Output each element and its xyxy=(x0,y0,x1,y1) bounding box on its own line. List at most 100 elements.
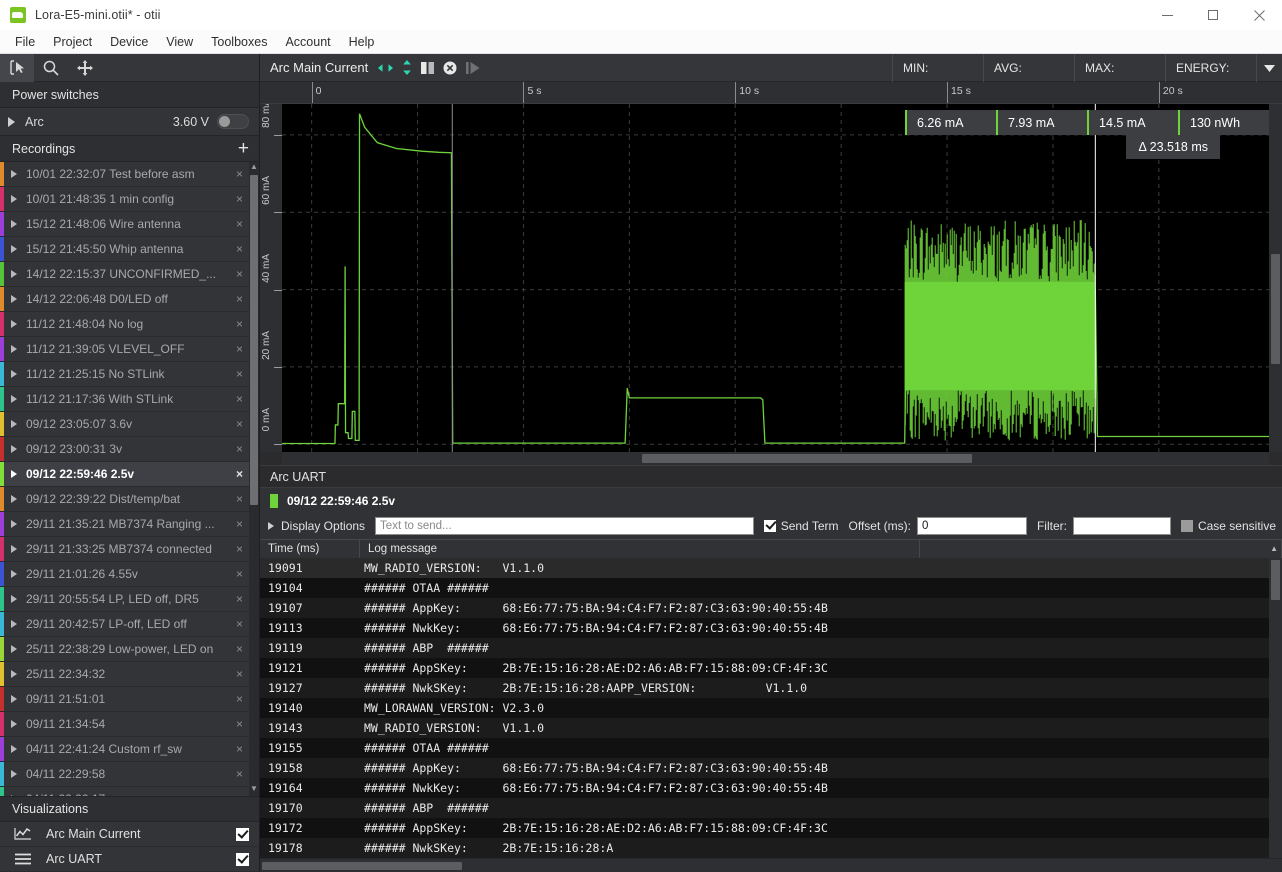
expand-triangle-icon[interactable] xyxy=(11,745,17,753)
log-row[interactable]: 19164 ###### NwkKey: 68:E6:77:75:BA:94:C4… xyxy=(260,778,1282,798)
recording-list-item[interactable]: 09/12 22:39:22 Dist/temp/bat × xyxy=(0,487,249,512)
chart-area[interactable]: 0 mA 20 mA 40 mA 60 mA 80 mA 05 s 10 s 15 s 20 … xyxy=(260,82,1282,465)
recording-list-item[interactable]: 29/11 20:42:57 LP-off, LED off × xyxy=(0,612,249,637)
expand-triangle-icon[interactable] xyxy=(11,595,17,603)
menu-account[interactable]: Account xyxy=(276,32,339,52)
send-term-group[interactable]: Send Term xyxy=(763,519,839,533)
recording-list-item[interactable]: 09/12 23:05:07 3.6v × xyxy=(0,412,249,437)
column-header-log-message[interactable]: Log message xyxy=(360,540,920,558)
expand-triangle-icon[interactable] xyxy=(11,495,17,503)
recording-list-item[interactable]: 25/11 22:34:32 × xyxy=(0,662,249,687)
log-row[interactable]: 19119 ###### ABP ###### xyxy=(260,638,1282,658)
select-cursor-icon[interactable] xyxy=(0,53,34,82)
close-icon[interactable]: × xyxy=(236,592,243,606)
log-row[interactable]: 19113 ###### NwkKey: 68:E6:77:75:BA:94:C4… xyxy=(260,618,1282,638)
scrollbar-thumb[interactable] xyxy=(262,862,462,870)
expand-triangle-icon[interactable] xyxy=(11,345,17,353)
menu-view[interactable]: View xyxy=(157,32,202,52)
send-text-input[interactable]: Text to send... xyxy=(375,517,754,535)
close-icon[interactable]: × xyxy=(236,617,243,631)
log-row[interactable]: 19172 ###### AppSKey: 2B:7E:15:16:28:AE:D… xyxy=(260,818,1282,838)
recording-list-item[interactable]: 14/12 22:15:37 UNCONFIRMED_... × xyxy=(0,262,249,287)
visualization-item-main-current[interactable]: Arc Main Current xyxy=(0,822,259,847)
close-icon[interactable]: × xyxy=(236,667,243,681)
close-icon[interactable]: × xyxy=(236,567,243,581)
recording-list-item[interactable]: 29/11 21:35:21 MB7374 Ranging ... × xyxy=(0,512,249,537)
close-icon[interactable]: × xyxy=(236,192,243,206)
close-icon[interactable]: × xyxy=(236,417,243,431)
expand-triangle-icon[interactable] xyxy=(11,520,17,528)
chevron-down-icon[interactable] xyxy=(1256,54,1282,82)
maximize-icon[interactable] xyxy=(1190,0,1236,30)
horizontal-fit-icon[interactable] xyxy=(378,63,394,73)
recording-list-item[interactable]: 09/11 21:51:01 × xyxy=(0,687,249,712)
close-icon[interactable]: × xyxy=(236,517,243,531)
recording-list-item[interactable]: 29/11 21:33:25 MB7374 connected × xyxy=(0,537,249,562)
menu-file[interactable]: File xyxy=(6,32,44,52)
log-row[interactable]: 19178 ###### NwkSKey: 2B:7E:15:16:28:A xyxy=(260,838,1282,858)
recording-list-item[interactable]: 29/11 21:01:26 4.55v × xyxy=(0,562,249,587)
scroll-up-icon[interactable]: ▲ xyxy=(250,162,258,174)
expand-triangle-icon[interactable] xyxy=(11,370,17,378)
log-row[interactable]: 19143 MW_RADIO_VERSION: V1.1.0 xyxy=(260,718,1282,738)
close-icon[interactable]: × xyxy=(236,467,243,481)
log-row[interactable]: 19155 ###### OTAA ###### xyxy=(260,738,1282,758)
pause-icon[interactable] xyxy=(421,61,435,74)
menu-help[interactable]: Help xyxy=(340,32,384,52)
expand-triangle-icon[interactable] xyxy=(11,245,17,253)
expand-triangle-icon[interactable] xyxy=(8,116,15,127)
recordings-list[interactable]: 10/01 22:32:07 Test before asm × 10/01 21:… xyxy=(0,162,249,796)
close-icon[interactable]: × xyxy=(236,217,243,231)
expand-triangle-icon[interactable] xyxy=(11,470,17,478)
close-icon[interactable]: × xyxy=(236,167,243,181)
recording-list-item[interactable]: 04/11 22:22:17 × xyxy=(0,787,249,796)
close-icon[interactable]: × xyxy=(236,692,243,706)
case-sensitive-group[interactable]: Case sensitive xyxy=(1180,519,1276,533)
menu-project[interactable]: Project xyxy=(44,32,101,52)
scroll-down-icon[interactable]: ▼ xyxy=(250,784,258,796)
expand-triangle-icon[interactable] xyxy=(11,420,17,428)
expand-triangle-icon[interactable] xyxy=(11,295,17,303)
scrollbar-thumb[interactable] xyxy=(1271,254,1280,364)
expand-triangle-icon[interactable] xyxy=(11,395,17,403)
add-recording-button[interactable]: + xyxy=(238,139,249,158)
filter-input[interactable] xyxy=(1072,517,1171,535)
log-row[interactable]: 19170 ###### ABP ###### xyxy=(260,798,1282,818)
recording-list-item[interactable]: 11/12 21:48:04 No log × xyxy=(0,312,249,337)
display-options-toggle[interactable]: Display Options xyxy=(268,519,365,533)
recordings-scrollbar[interactable]: ▲ ▼ xyxy=(249,162,259,796)
case-sensitive-checkbox[interactable] xyxy=(1180,520,1193,532)
expand-triangle-icon[interactable] xyxy=(11,170,17,178)
recording-list-item[interactable]: 04/11 22:29:58 × xyxy=(0,762,249,787)
recording-list-item[interactable]: 15/12 21:45:50 Whip antenna × xyxy=(0,237,249,262)
log-vertical-scrollbar[interactable] xyxy=(1269,558,1282,858)
vertical-fit-icon[interactable] xyxy=(402,60,412,75)
recording-list-item[interactable]: 11/12 21:17:36 With STLink × xyxy=(0,387,249,412)
expand-triangle-icon[interactable] xyxy=(11,570,17,578)
close-icon[interactable]: × xyxy=(236,767,243,781)
expand-triangle-icon[interactable] xyxy=(11,445,17,453)
close-icon[interactable]: × xyxy=(236,317,243,331)
close-icon[interactable]: × xyxy=(236,442,243,456)
pan-move-icon[interactable] xyxy=(68,54,102,82)
recording-list-item[interactable]: 11/12 21:25:15 No STLink × xyxy=(0,362,249,387)
play-icon[interactable] xyxy=(466,61,480,74)
visualization-checkbox[interactable] xyxy=(236,827,249,841)
chart-vertical-scrollbar[interactable] xyxy=(1269,104,1282,452)
recording-list-item[interactable]: 04/11 22:41:24 Custom rf_sw × xyxy=(0,737,249,762)
expand-triangle-icon[interactable] xyxy=(11,695,17,703)
recording-list-item[interactable]: 11/12 21:39:05 VLEVEL_OFF × xyxy=(0,337,249,362)
expand-triangle-icon[interactable] xyxy=(11,720,17,728)
expand-triangle-icon[interactable] xyxy=(11,620,17,628)
close-icon[interactable] xyxy=(1236,0,1282,30)
visualization-item-uart[interactable]: Arc UART xyxy=(0,847,259,872)
close-icon[interactable]: × xyxy=(236,642,243,656)
menu-device[interactable]: Device xyxy=(101,32,157,52)
expand-triangle-icon[interactable] xyxy=(11,770,17,778)
sort-ascending-icon[interactable]: ▲ xyxy=(1270,544,1278,553)
log-row[interactable]: 19127 ###### NwkSKey: 2B:7E:15:16:28:AAPP… xyxy=(260,678,1282,698)
recording-list-item[interactable]: 09/12 23:00:31 3v × xyxy=(0,437,249,462)
expand-triangle-icon[interactable] xyxy=(11,320,17,328)
menu-toolboxes[interactable]: Toolboxes xyxy=(202,32,276,52)
close-icon[interactable]: × xyxy=(236,742,243,756)
